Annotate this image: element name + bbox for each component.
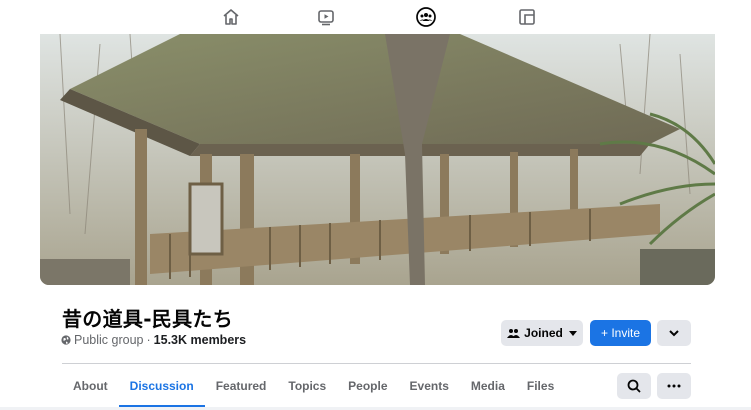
home-icon[interactable] [218,4,244,30]
group-meta: Public group · 15.3K members [61,333,246,347]
search-icon [627,379,641,393]
member-count[interactable]: 15.3K members [154,333,246,347]
group-name: 昔の道具-民具たち [62,307,234,331]
joined-button[interactable]: Joined [501,320,583,346]
header-divider [62,363,691,364]
more-icon [667,384,681,388]
tab-featured[interactable]: Featured [205,366,278,406]
watch-icon[interactable] [313,4,339,30]
privacy-label: Public group [74,333,144,347]
group-tabs: About Discussion Featured Topics People … [62,366,565,410]
group-options-button[interactable] [657,320,691,346]
tab-media[interactable]: Media [460,366,516,406]
cover-photo[interactable] [40,34,715,285]
members-icon [507,328,521,338]
tab-about[interactable]: About [62,366,119,406]
tab-events[interactable]: Events [399,366,460,406]
more-options-button[interactable] [657,373,691,399]
invite-label: + Invite [600,326,641,340]
gaming-icon[interactable] [514,4,540,30]
joined-label: Joined [524,326,563,340]
chevron-down-icon [568,330,577,336]
groups-icon[interactable] [413,4,439,30]
search-button[interactable] [617,373,651,399]
globe-icon [61,335,71,345]
invite-button[interactable]: + Invite [590,320,651,346]
tab-topics[interactable]: Topics [277,366,337,406]
meta-separator: · [146,333,151,347]
tab-discussion[interactable]: Discussion [118,366,205,408]
tab-files[interactable]: Files [516,366,565,406]
chevron-down-icon [669,329,679,336]
tab-people[interactable]: People [337,366,398,406]
top-navigation [0,0,751,34]
